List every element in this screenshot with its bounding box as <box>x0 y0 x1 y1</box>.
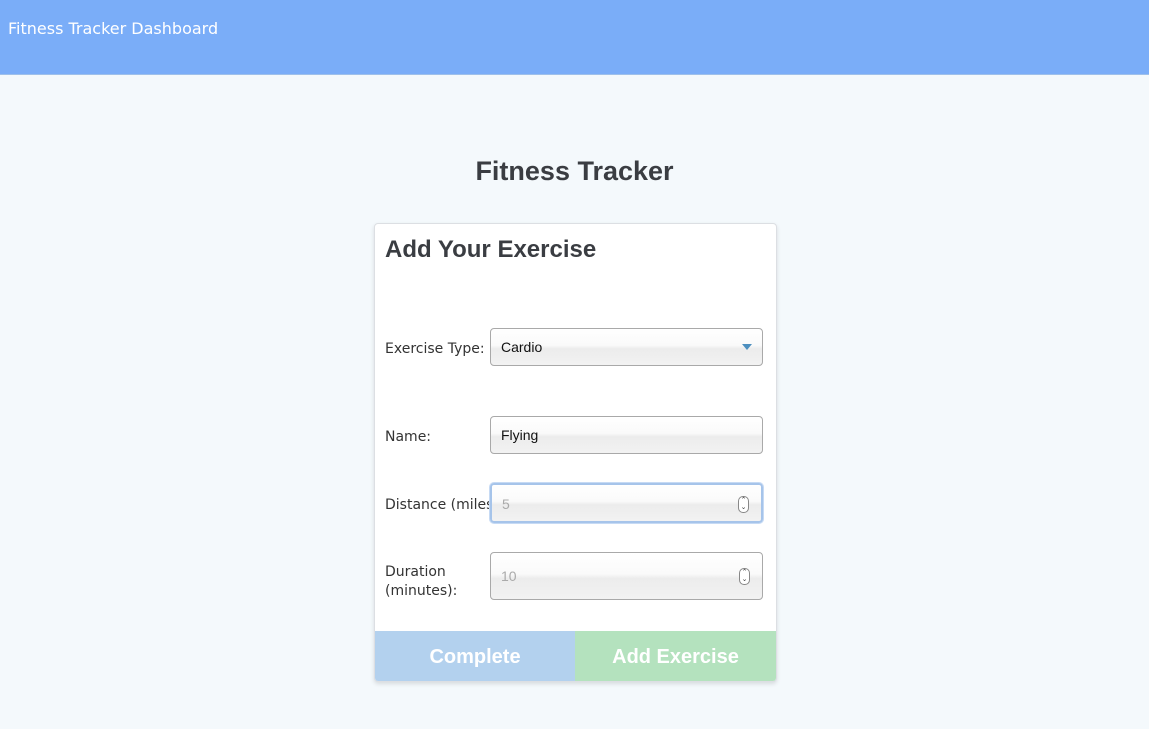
add-exercise-card: Add Your Exercise Exercise Type: Cardio … <box>374 223 777 682</box>
page-title: Fitness Tracker <box>475 156 674 186</box>
distance-input[interactable]: 5 ⌃ ⌄ <box>490 483 763 523</box>
name-label: Name: <box>385 429 432 445</box>
exercise-type-label: Exercise Type: <box>385 341 485 357</box>
name-input[interactable]: Flying <box>490 416 763 454</box>
exercise-type-select[interactable]: Cardio <box>490 328 763 366</box>
exercise-type-value: Cardio <box>501 339 543 355</box>
duration-label-line2: (minutes): <box>385 583 458 599</box>
navbar-brand[interactable]: Fitness Tracker Dashboard <box>8 19 218 38</box>
duration-value: 10 <box>501 568 517 584</box>
add-exercise-button[interactable]: Add Exercise <box>575 631 776 681</box>
spinner-arrows-icon[interactable]: ⌃ ⌄ <box>738 496 749 513</box>
top-navbar: Fitness Tracker Dashboard <box>0 0 1149 75</box>
duration-label-line1: Duration <box>385 564 446 580</box>
distance-value: 5 <box>502 496 510 512</box>
card-heading: Add Your Exercise <box>385 236 597 263</box>
duration-input[interactable]: 10 ⌃ ⌄ <box>490 552 763 600</box>
distance-label: Distance (miles): <box>385 497 504 513</box>
complete-button[interactable]: Complete <box>375 631 575 681</box>
dropdown-caret-icon <box>742 344 752 350</box>
name-value: Flying <box>501 427 539 443</box>
spinner-arrows-icon[interactable]: ⌃ ⌄ <box>739 568 750 585</box>
